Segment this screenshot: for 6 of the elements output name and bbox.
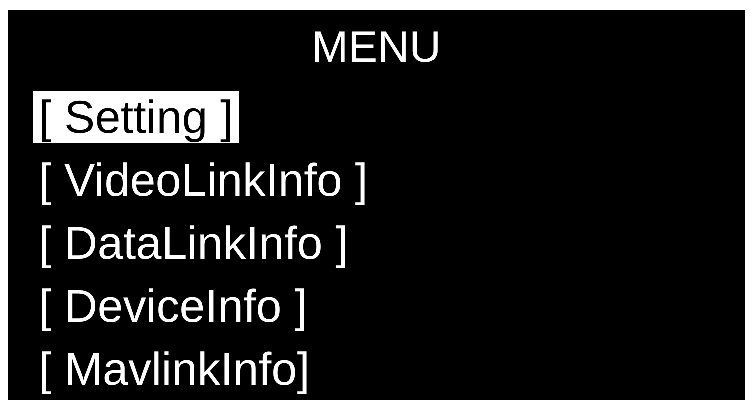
menu-item[interactable]: [ DeviceInfo ] — [33, 280, 314, 332]
menu-item[interactable]: [ DataLinkInfo ] — [33, 216, 354, 268]
menu-item[interactable]: [ Setting ] — [33, 90, 240, 142]
menu-title: MENU — [312, 22, 442, 72]
menu-item[interactable]: [ MavlinkInfo] — [33, 342, 316, 394]
menu-item[interactable]: [ VideoLinkInfo ] — [33, 154, 374, 206]
